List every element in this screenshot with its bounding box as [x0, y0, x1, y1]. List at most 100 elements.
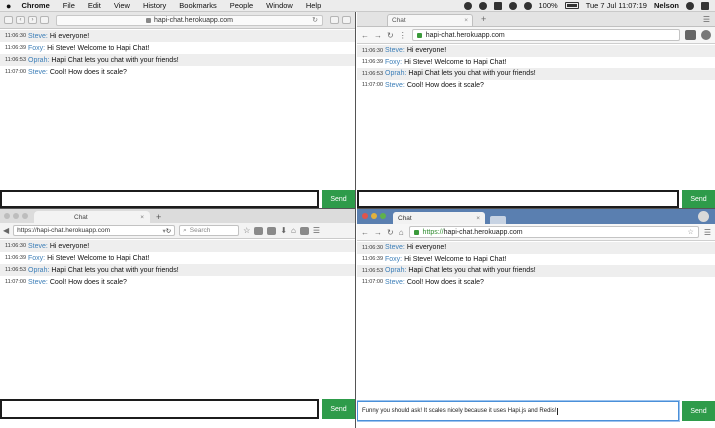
menu-edit[interactable]: Edit	[88, 1, 101, 10]
minimize-window-icon[interactable]	[13, 213, 19, 219]
close-window-icon[interactable]	[4, 213, 10, 219]
spotlight-icon[interactable]	[686, 1, 694, 10]
address-bar[interactable]: hapi-chat.herokuapp.com	[411, 29, 680, 41]
reload-icon[interactable]: ↻	[312, 16, 318, 24]
compose-bar: Funny you should ask! It scales nicely b…	[357, 401, 715, 421]
message-time: 11:06:30	[5, 33, 27, 39]
message-row: 11:06:30 Steve: Hi everyone!	[357, 242, 715, 254]
record-icon[interactable]	[463, 1, 472, 10]
sidebar-icon[interactable]	[4, 16, 13, 24]
message-time: 11:06:39	[5, 255, 27, 261]
menu-people[interactable]: People	[230, 1, 253, 10]
home-icon[interactable]: ⌂	[399, 228, 404, 237]
clock[interactable]: Tue 7 Jul 11:07:19	[586, 1, 647, 10]
search-icon: ⌕	[183, 226, 187, 234]
message-input[interactable]	[357, 190, 679, 208]
lock-icon	[413, 229, 419, 235]
send-button[interactable]: Send	[682, 190, 715, 208]
menu-icon[interactable]: ☰	[704, 228, 711, 237]
message-input[interactable]: Funny you should ask! It scales nicely b…	[357, 401, 679, 421]
message-input[interactable]	[0, 399, 319, 419]
message-list: 11:06:30 Steve: Hi everyone! 11:06:39 Foxy:…	[357, 44, 715, 91]
forward-icon[interactable]: →	[374, 228, 382, 237]
tab-chat[interactable]: Chat ×	[34, 211, 150, 223]
zoom-window-icon[interactable]	[22, 213, 28, 219]
message-text: Hi everyone!	[406, 244, 447, 252]
back-icon[interactable]: ←	[361, 31, 369, 40]
window-top-right: Chat × + ☰ ← → ↻ ⋮ hapi-chat.herokuapp.c…	[357, 12, 715, 208]
search-box[interactable]: ⌕ Search	[179, 225, 240, 236]
profile-icon[interactable]	[698, 211, 709, 222]
message-user: Steve:	[385, 81, 405, 89]
message-text: Cool! How does it scale?	[406, 278, 484, 286]
wifi-icon[interactable]	[508, 1, 517, 10]
notification-center-icon[interactable]	[701, 1, 709, 10]
menu-file[interactable]: File	[63, 1, 75, 10]
chat-icon[interactable]	[299, 226, 309, 235]
message-text: Hapi Chat lets you chat with your friend…	[51, 56, 179, 64]
message-input[interactable]	[0, 190, 319, 208]
reload-icon[interactable]: ↻	[387, 228, 394, 237]
tabs-icon[interactable]	[40, 16, 49, 24]
menu-bookmarks[interactable]: Bookmarks	[179, 1, 217, 10]
share-icon[interactable]	[330, 16, 339, 24]
new-tab-icon[interactable]	[342, 16, 351, 24]
message-user: Foxy:	[385, 255, 403, 263]
pocket-icon[interactable]	[685, 30, 696, 40]
menu-help[interactable]: Help	[306, 1, 321, 10]
new-tab-button[interactable]: +	[156, 212, 161, 222]
send-button[interactable]: Send	[322, 399, 355, 419]
message-row: 11:07:00 Steve: Cool! How does it scale?	[0, 276, 355, 288]
reload-icon[interactable]: ↻	[387, 31, 394, 40]
close-window-icon[interactable]	[362, 213, 368, 219]
address-bar[interactable]: https://hapi-chat.herokuapp.com ▾ ↻	[13, 225, 176, 236]
close-tab-icon[interactable]: ×	[464, 17, 468, 24]
tab-chat[interactable]: Chat ×	[393, 212, 485, 224]
minimize-window-icon[interactable]	[371, 213, 377, 219]
message-text: Hi everyone!	[49, 242, 90, 250]
star-icon[interactable]: ☆	[243, 226, 250, 235]
message-time: 11:06:53	[362, 267, 384, 274]
close-tab-icon[interactable]: ×	[140, 214, 144, 221]
message-time: 11:06:30	[362, 47, 384, 54]
address-text: hapi-chat.herokuapp.com	[425, 31, 505, 39]
new-tab-button[interactable]	[490, 216, 506, 224]
menu-app-name[interactable]: Chrome	[21, 1, 49, 10]
user-name[interactable]: Nelson	[654, 1, 679, 10]
back-icon[interactable]: ‹	[16, 16, 25, 24]
download-icon[interactable]: ⬇	[280, 226, 287, 235]
forward-icon[interactable]: ›	[28, 16, 37, 24]
back-icon[interactable]: ◀	[3, 226, 9, 235]
message-user: Oprah:	[28, 56, 50, 64]
new-tab-button[interactable]: +	[481, 14, 486, 24]
reading-list-icon[interactable]	[254, 226, 264, 235]
menu-icon[interactable]: ☰	[703, 15, 710, 24]
home-icon[interactable]: ⌂	[291, 226, 296, 235]
menu-icon[interactable]: ☰	[313, 226, 320, 235]
message-input-value: Funny you should ask! It scales nicely b…	[362, 408, 557, 414]
send-button[interactable]: Send	[322, 190, 355, 208]
forward-icon[interactable]: →	[374, 31, 382, 40]
apple-icon[interactable]: ●	[6, 1, 11, 11]
pocket-icon[interactable]	[267, 226, 277, 235]
menu-window[interactable]: Window	[266, 1, 293, 10]
close-tab-icon[interactable]: ×	[476, 215, 480, 222]
extension-icon[interactable]	[701, 30, 711, 40]
tab-chat[interactable]: Chat ×	[387, 14, 473, 26]
notification-icon[interactable]	[478, 1, 487, 10]
address-bar[interactable]: hapi-chat.herokuapp.com ↻	[56, 14, 323, 26]
address-bar[interactable]: https:// hapi-chat.herokuapp.com ☆	[408, 226, 699, 238]
menu-view[interactable]: View	[114, 1, 130, 10]
message-text: Hapi Chat lets you chat with your friend…	[51, 266, 179, 274]
send-button[interactable]: Send	[682, 401, 715, 421]
reload-icon[interactable]: ↻	[166, 227, 171, 235]
battery-icon[interactable]	[564, 2, 579, 9]
menu-history[interactable]: History	[143, 1, 166, 10]
back-icon[interactable]: ←	[361, 228, 369, 237]
volume-icon[interactable]	[523, 1, 532, 10]
airplay-icon[interactable]	[493, 1, 502, 10]
star-icon[interactable]: ☆	[688, 228, 694, 236]
zoom-window-icon[interactable]	[380, 213, 386, 219]
lock-icon	[416, 32, 422, 38]
apps-icon[interactable]: ⋮	[399, 31, 407, 40]
